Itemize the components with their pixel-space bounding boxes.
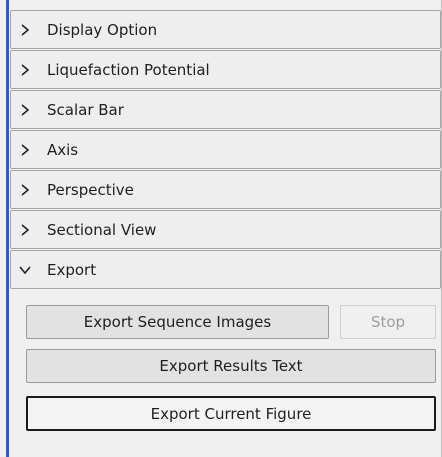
section-label: Perspective [47, 180, 134, 199]
section-export[interactable]: Export [10, 250, 441, 289]
chevron-right-icon [15, 143, 35, 156]
stop-button[interactable]: Stop [340, 305, 436, 339]
section-label: Axis [47, 140, 79, 159]
section-sectional-view[interactable]: Sectional View [10, 210, 441, 249]
section-label: Display Option [47, 20, 158, 39]
chevron-down-icon [15, 265, 35, 275]
export-results-text-button[interactable]: Export Results Text [26, 349, 436, 383]
section-display-option[interactable]: Display Option [10, 10, 441, 49]
chevron-right-icon [15, 23, 35, 36]
chevron-right-icon [15, 103, 35, 116]
section-perspective[interactable]: Perspective [10, 170, 441, 209]
chevron-right-icon [15, 63, 35, 76]
section-label: Export [47, 260, 97, 279]
section-liquefaction-potential[interactable]: Liquefaction Potential [10, 50, 441, 89]
side-panel: Display Option Liquefaction Potential Sc… [0, 0, 442, 457]
chevron-right-icon [15, 223, 35, 236]
section-label: Liquefaction Potential [47, 60, 210, 79]
export-current-figure-button[interactable]: Export Current Figure [26, 396, 436, 431]
panel-accent-line [6, 0, 9, 457]
section-scalar-bar[interactable]: Scalar Bar [10, 90, 441, 129]
chevron-right-icon [15, 183, 35, 196]
section-label: Scalar Bar [47, 100, 124, 119]
export-sequence-images-button[interactable]: Export Sequence Images [26, 305, 329, 339]
section-label: Sectional View [47, 220, 157, 239]
section-axis[interactable]: Axis [10, 130, 441, 169]
